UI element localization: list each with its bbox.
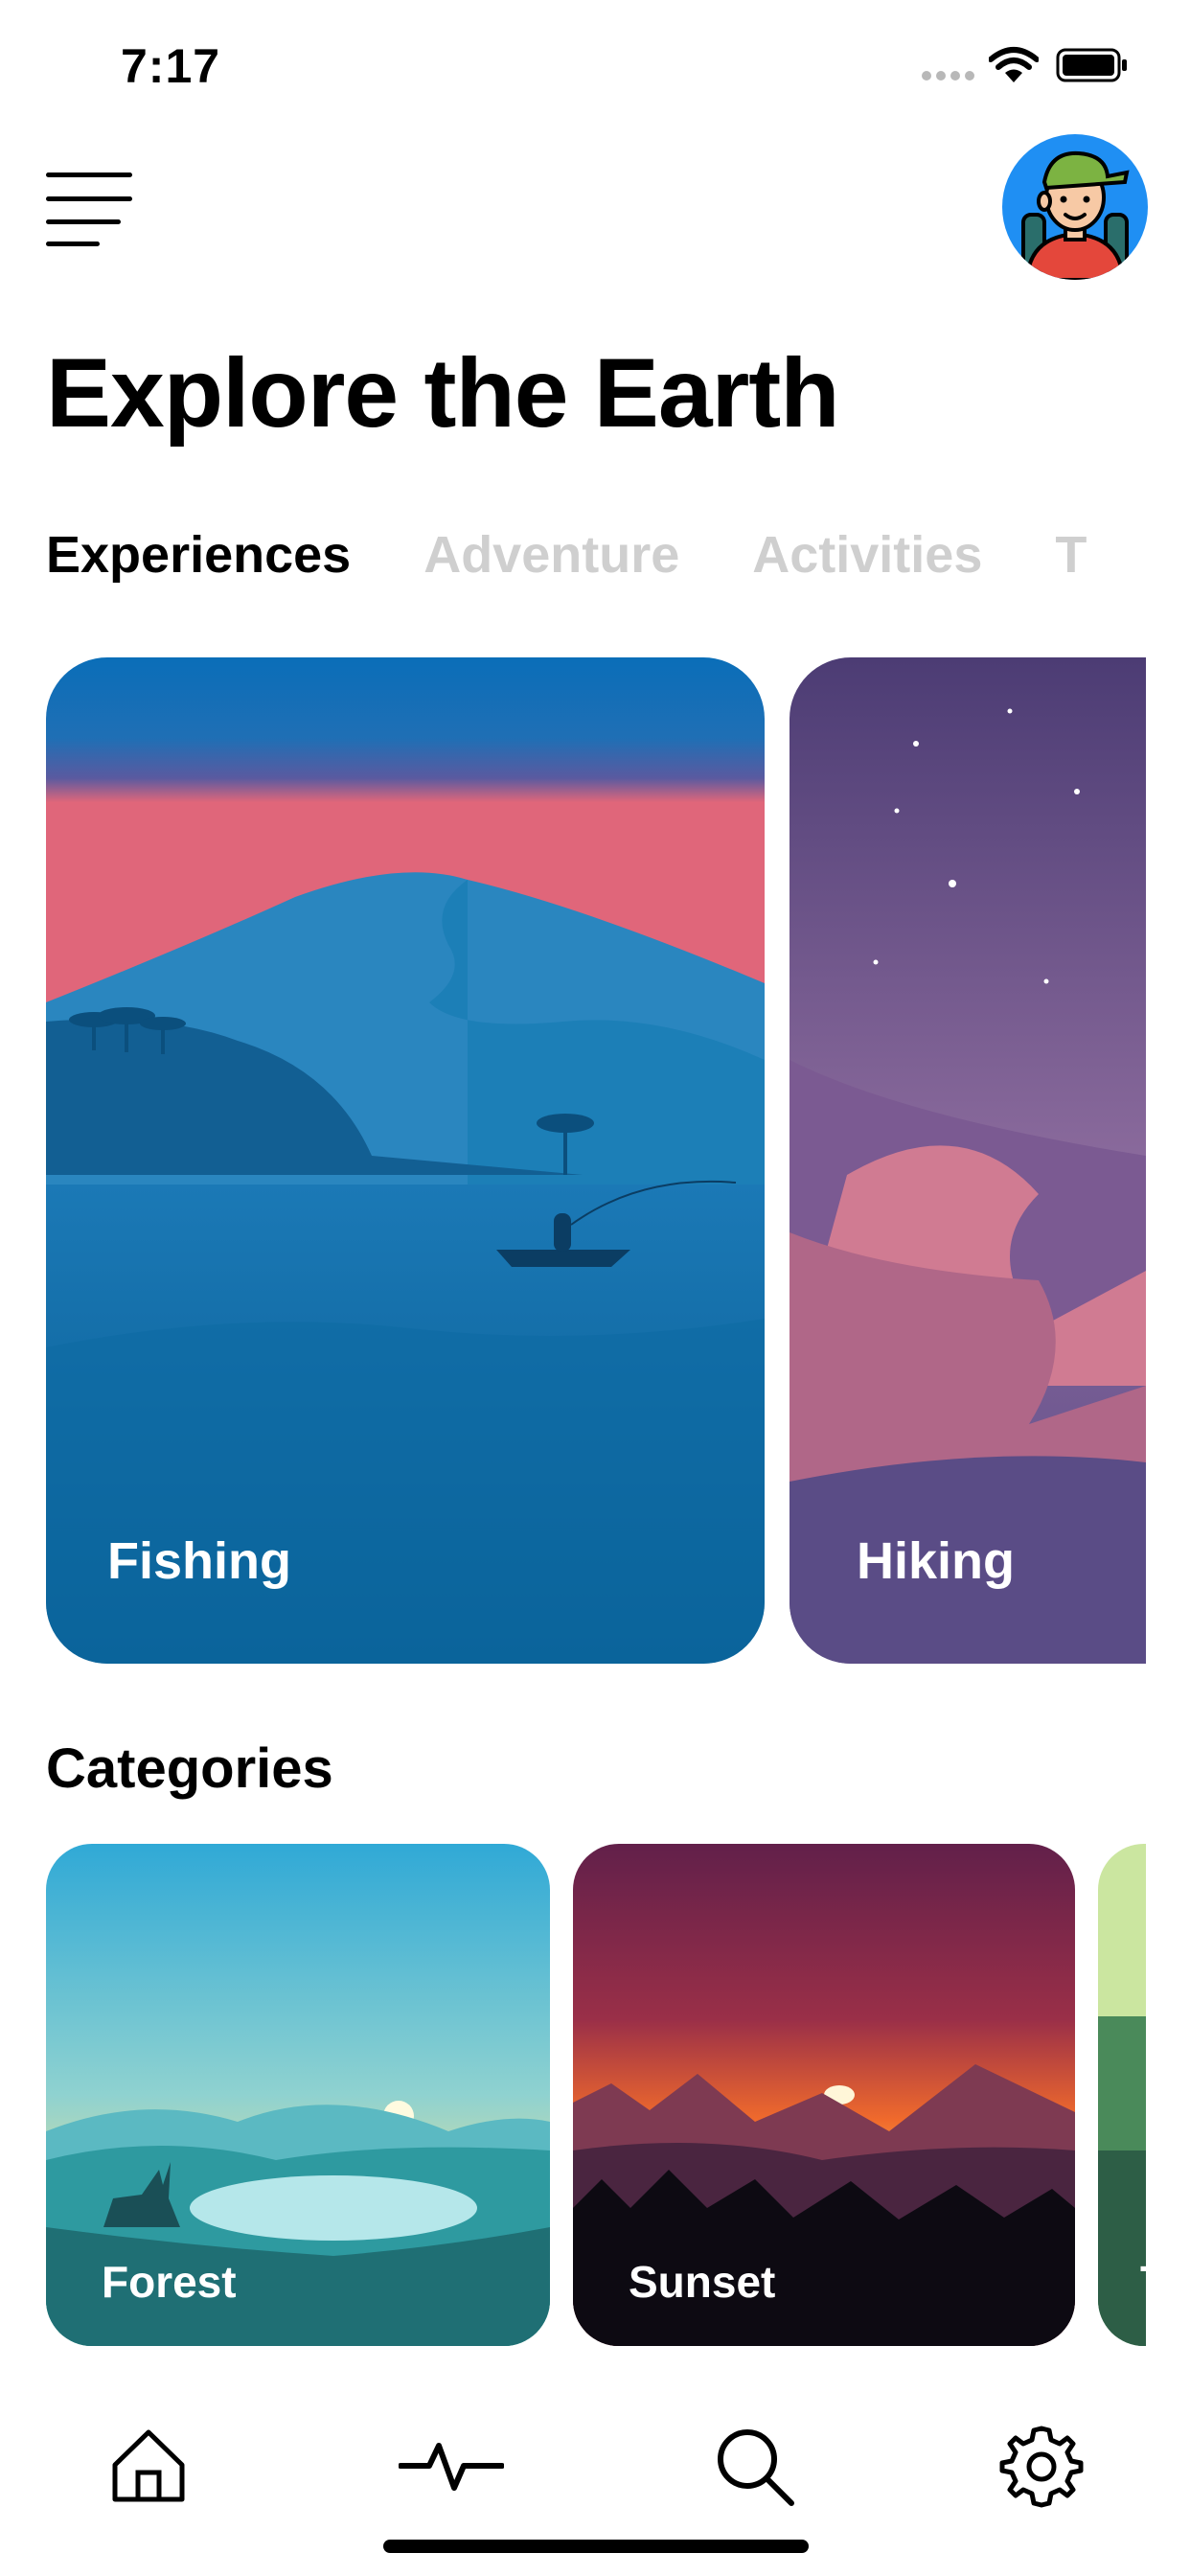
wifi-icon xyxy=(989,47,1039,82)
category-card-partial[interactable]: T xyxy=(1098,1844,1146,2346)
home-icon[interactable] xyxy=(105,2423,192,2509)
page-title: Explore the Earth xyxy=(46,338,840,448)
settings-icon[interactable] xyxy=(998,2423,1085,2509)
categories-heading: Categories xyxy=(46,1737,333,1800)
category-label: Forest xyxy=(102,2257,237,2307)
hiking-illustration xyxy=(790,657,1146,1664)
tab-experiences[interactable]: Experiences xyxy=(46,525,351,585)
tab-partial[interactable]: T xyxy=(1055,525,1087,585)
search-icon[interactable] xyxy=(711,2423,797,2509)
experience-card-fishing[interactable]: Fishing xyxy=(46,657,765,1664)
tab-bar: Experiences Adventure Activities T xyxy=(46,525,1190,592)
card-label: Hiking xyxy=(857,1532,1016,1590)
battery-icon xyxy=(1056,48,1127,82)
category-label: Sunset xyxy=(629,2257,776,2307)
status-time: 7:17 xyxy=(121,39,221,93)
cellular-signal-icon xyxy=(922,71,977,82)
tab-activities[interactable]: Activities xyxy=(752,525,982,585)
activity-icon[interactable] xyxy=(399,2423,504,2509)
home-indicator xyxy=(383,2540,809,2553)
hiker-avatar-icon xyxy=(1021,150,1130,280)
menu-icon[interactable] xyxy=(46,171,132,247)
category-label: T xyxy=(1140,2256,1146,2308)
avatar[interactable] xyxy=(1002,134,1148,280)
card-label: Fishing xyxy=(107,1532,291,1590)
category-card-sunset[interactable]: Sunset xyxy=(573,1844,1075,2346)
fishing-illustration xyxy=(46,657,765,1664)
category-card-forest[interactable]: Forest xyxy=(46,1844,550,2346)
experience-card-hiking[interactable]: Hiking xyxy=(790,657,1146,1664)
tab-adventure[interactable]: Adventure xyxy=(423,525,679,585)
partial-category-illustration xyxy=(1098,1844,1146,2346)
